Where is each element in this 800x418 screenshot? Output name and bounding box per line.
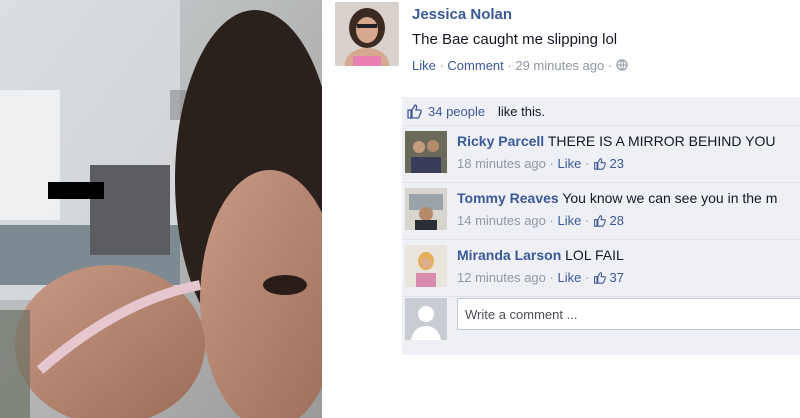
comment-like-count[interactable]: 28 <box>610 213 624 228</box>
comment-item: Miranda Larson LOL FAIL 12 minutes ago ·… <box>402 240 800 297</box>
comment-item: Ricky Parcell THERE IS A MIRROR BEHIND Y… <box>402 126 800 183</box>
commenter-avatar[interactable] <box>405 245 447 287</box>
comment-body: Miranda Larson LOL FAIL <box>457 247 624 263</box>
comment-body: Ricky Parcell THERE IS A MIRROR BEHIND Y… <box>457 133 775 149</box>
comment-text: You know we can see you in the m <box>562 190 778 206</box>
likes-summary: 34 people like this. <box>402 97 800 126</box>
meta-separator: · <box>435 58 448 73</box>
commenter-avatar[interactable] <box>405 188 447 230</box>
post-content: Jessica Nolan The Bae caught me slipping… <box>322 0 800 418</box>
comment-meta: 12 minutes ago · Like · 37 <box>457 270 624 285</box>
post-meta: Like · Comment · 29 minutes ago · <box>412 58 628 74</box>
comment-like-count[interactable]: 23 <box>610 156 624 171</box>
post-comment-link[interactable]: Comment <box>447 58 503 73</box>
comment-text: THERE IS A MIRROR BEHIND YOU <box>547 133 776 149</box>
post-feedback-panel: 34 people like this. Ricky Parcell THERE… <box>402 97 800 355</box>
commenter-avatar[interactable] <box>405 131 447 173</box>
comment-like-link[interactable]: Like <box>557 270 581 285</box>
commenter-name[interactable]: Ricky Parcell <box>457 133 544 149</box>
post-status-text: The Bae caught me slipping lol <box>412 31 618 48</box>
thumbs-up-icon <box>593 156 606 171</box>
commenter-name[interactable]: Miranda Larson <box>457 247 561 263</box>
meta-separator: · <box>604 58 616 73</box>
comment-composer: Write a comment ... <box>402 293 800 343</box>
comment-time[interactable]: 12 minutes ago <box>457 270 546 285</box>
meta-separator: · <box>503 58 516 73</box>
author-avatar-image <box>335 2 399 66</box>
post-photo[interactable] <box>0 0 322 418</box>
comment-time[interactable]: 14 minutes ago <box>457 213 546 228</box>
comment-body: Tommy Reaves You know we can see you in … <box>457 190 777 206</box>
comment-text: LOL FAIL <box>565 247 624 263</box>
comment-like-link[interactable]: Like <box>557 156 581 171</box>
comment-input[interactable]: Write a comment ... <box>457 298 800 330</box>
comment-meta: 18 minutes ago · Like · 23 <box>457 156 624 171</box>
likes-count-link[interactable]: 34 people <box>428 104 485 119</box>
author-avatar[interactable] <box>335 2 399 66</box>
thumbs-up-icon <box>593 270 606 285</box>
globe-icon[interactable] <box>616 59 628 74</box>
default-avatar-icon <box>405 298 447 340</box>
comment-like-count[interactable]: 37 <box>610 270 624 285</box>
post-like-link[interactable]: Like <box>412 58 436 73</box>
photo-illustration <box>0 0 322 418</box>
post-timestamp[interactable]: 29 minutes ago <box>515 58 604 73</box>
thumbs-up-icon <box>593 213 606 228</box>
comment-meta: 14 minutes ago · Like · 28 <box>457 213 624 228</box>
comment-item: Tommy Reaves You know we can see you in … <box>402 183 800 240</box>
thumbs-up-icon <box>406 103 422 122</box>
post-author-name[interactable]: Jessica Nolan <box>412 6 512 23</box>
comment-time[interactable]: 18 minutes ago <box>457 156 546 171</box>
comment-like-link[interactable]: Like <box>557 213 581 228</box>
likes-suffix: like this. <box>498 104 545 119</box>
commenter-name[interactable]: Tommy Reaves <box>457 190 559 206</box>
